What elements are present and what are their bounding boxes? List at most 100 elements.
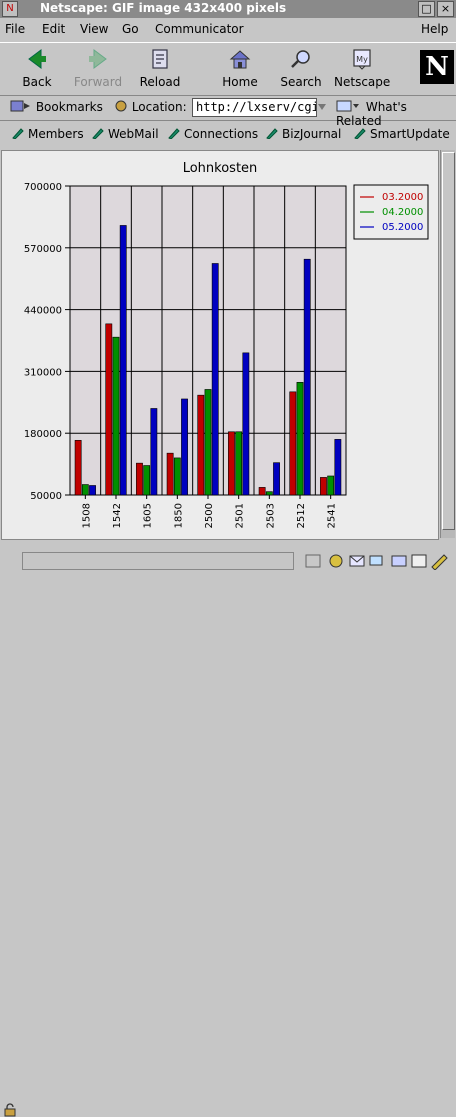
bar-03.2000-2503 — [258, 487, 266, 496]
netscape-button[interactable]: My Netscape — [334, 47, 390, 89]
home-button[interactable]: Home — [220, 47, 260, 89]
bookmarks-button[interactable]: Bookmarks — [10, 99, 103, 114]
reload-button[interactable]: Reload — [138, 47, 182, 89]
legend-label: 03.2000 — [382, 192, 423, 203]
status-text-field — [22, 552, 294, 570]
navigator-icon[interactable] — [329, 554, 343, 568]
bookmark-pen-icon — [12, 128, 24, 139]
y-tick-label: 700000 — [24, 182, 62, 193]
personal-connections[interactable]: Connections — [168, 127, 258, 141]
personal-webmail[interactable]: WebMail — [92, 127, 159, 141]
bar-04.2000-2501 — [235, 431, 243, 496]
bar-03.2000-2501 — [228, 431, 235, 496]
netscape-icon: My — [353, 49, 371, 70]
page-proxy-icon[interactable] — [114, 99, 128, 113]
personal-smartupdate[interactable]: SmartUpdate — [354, 127, 450, 141]
close-button[interactable]: × — [437, 1, 454, 17]
menu-communicator[interactable]: Communicator — [155, 22, 244, 36]
composer-icon[interactable] — [391, 555, 407, 567]
netscape-window-icon[interactable]: N — [2, 1, 18, 17]
security-lock-icon[interactable] — [3, 1103, 17, 1117]
location-bar: Bookmarks Location: http://lxserv/cgi Wh… — [0, 94, 456, 128]
bar-03.2000-2512 — [289, 391, 297, 496]
chart-title: Lohnkosten — [183, 161, 258, 176]
back-button[interactable]: Back — [18, 47, 56, 89]
legend-label: 05.2000 — [382, 222, 423, 233]
maximize-button[interactable]: □ — [418, 1, 435, 17]
vertical-scrollbar[interactable] — [440, 150, 455, 538]
location-input[interactable]: http://lxserv/cgi — [192, 98, 317, 117]
y-tick-label: 180000 — [24, 429, 62, 440]
location-label-group: Location: — [114, 99, 187, 114]
navigation-toolbar: Back Forward Reload Home Search My Netsc… — [0, 42, 456, 96]
bar-05.2000-2503 — [273, 462, 280, 496]
bar-05.2000-2512 — [303, 258, 311, 496]
bar-03.2000-2500 — [197, 394, 205, 496]
netscape-logo[interactable]: N — [420, 50, 454, 84]
x-tick-label: 1542 — [112, 503, 123, 528]
personal-bizjournal-label: BizJournal — [282, 127, 342, 141]
task-icon[interactable] — [305, 554, 321, 568]
bar-03.2000-1542 — [105, 323, 113, 496]
reload-icon — [152, 49, 168, 69]
bookmark-pen-icon — [266, 128, 278, 139]
bar-05.2000-1508 — [89, 485, 96, 496]
bar-05.2000-2541 — [334, 439, 342, 496]
x-tick-label: 2512 — [296, 503, 307, 528]
bar-05.2000-2501 — [242, 352, 250, 496]
x-tick-label: 2500 — [204, 503, 215, 528]
page-content: Lohnkosten 50000 180000 310000 440000 570000… — [1, 150, 439, 540]
x-tick-label: 2541 — [327, 503, 338, 528]
bar-04.2000-1850 — [173, 457, 181, 496]
menu-bar: File Edit View Go Communicator Help — [0, 18, 456, 42]
personal-connections-label: Connections — [184, 127, 259, 141]
reload-label: Reload — [139, 75, 181, 89]
personal-bizjournal[interactable]: BizJournal — [266, 127, 341, 141]
legend-label: 04.2000 — [382, 207, 423, 218]
bar-04.2000-2541 — [327, 475, 335, 496]
y-tick-label: 50000 — [30, 491, 62, 502]
menu-go[interactable]: Go — [122, 22, 139, 36]
y-tick-label: 310000 — [24, 367, 62, 378]
bar-03.2000-2541 — [320, 477, 327, 496]
y-tick-label: 440000 — [24, 306, 62, 317]
personal-webmail-label: WebMail — [108, 127, 159, 141]
personal-members[interactable]: Members — [12, 127, 84, 141]
calendar-icon[interactable] — [411, 554, 427, 568]
scroll-thumb[interactable] — [442, 152, 455, 530]
bar-04.2000-2503 — [265, 491, 273, 496]
home-icon — [229, 50, 251, 69]
location-dropdown[interactable] — [316, 98, 328, 117]
bookmarks-icon — [10, 100, 30, 112]
whats-related-icon — [336, 100, 359, 112]
window-titlebar[interactable]: N Netscape: GIF image 432x400 pixels □ × — [0, 0, 456, 18]
component-bar[interactable] — [304, 552, 454, 570]
menu-view[interactable]: View — [80, 22, 108, 36]
bar-05.2000-2500 — [211, 263, 219, 496]
bookmark-pen-icon — [354, 128, 366, 139]
forward-button[interactable]: Forward — [72, 47, 124, 89]
location-label: Location: — [131, 100, 187, 114]
pen-icon[interactable] — [431, 554, 448, 570]
menu-file[interactable]: File — [5, 22, 25, 36]
bar-03.2000-1508 — [74, 440, 82, 496]
forward-label: Forward — [73, 75, 123, 89]
mail-icon[interactable] — [349, 555, 365, 567]
search-button[interactable]: Search — [278, 47, 324, 89]
menu-edit[interactable]: Edit — [42, 22, 65, 36]
bar-05.2000-1605 — [150, 408, 158, 496]
bar-03.2000-1605 — [136, 462, 143, 496]
window-title: Netscape: GIF image 432x400 pixels — [40, 1, 287, 15]
bar-05.2000-1542 — [119, 225, 127, 496]
svg-text:My: My — [356, 55, 368, 64]
discussion-icon[interactable] — [369, 555, 383, 566]
menu-help[interactable]: Help — [421, 22, 448, 36]
bookmark-pen-icon — [92, 128, 104, 139]
lohnkosten-chart: Lohnkosten 50000 180000 310000 440000 570000… — [2, 151, 438, 539]
x-tick-label: 1508 — [81, 503, 92, 528]
forward-arrow-icon — [89, 49, 107, 69]
search-label: Search — [280, 75, 322, 89]
bar-04.2000-1508 — [81, 484, 89, 496]
netscape-label: Netscape — [334, 75, 391, 89]
y-tick-label: 570000 — [24, 244, 62, 255]
